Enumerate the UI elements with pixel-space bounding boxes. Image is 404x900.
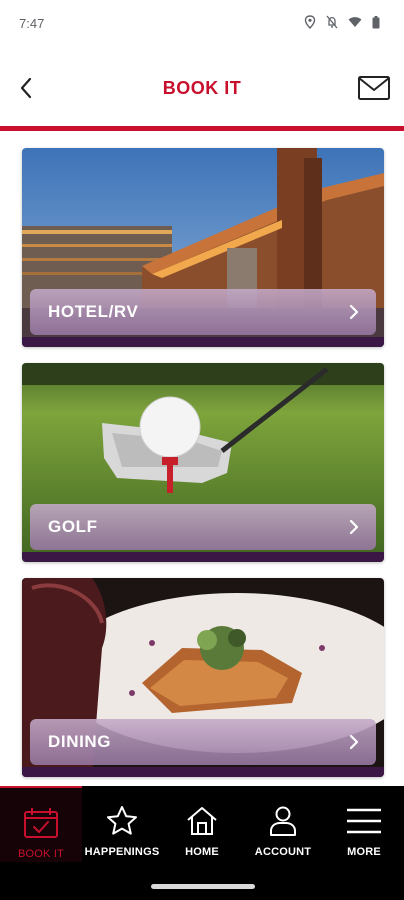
bottom-navigation: BOOK IT HAPPENINGS HOME ACCOUNT MORE bbox=[0, 786, 404, 900]
card-accent-strip bbox=[22, 767, 384, 777]
chevron-right-icon bbox=[349, 304, 359, 320]
status-icons bbox=[304, 15, 380, 29]
house-icon bbox=[187, 807, 217, 835]
card-label: DINING bbox=[48, 732, 112, 751]
card-label-bar: DINING bbox=[30, 719, 376, 765]
envelope-icon bbox=[358, 76, 390, 100]
home-indicator-handle[interactable] bbox=[151, 884, 255, 889]
header-divider bbox=[0, 126, 404, 131]
star-icon bbox=[107, 806, 137, 835]
nav-label: BOOK IT bbox=[17, 848, 65, 860]
nav-label: HOME bbox=[185, 846, 219, 858]
card-label: GOLF bbox=[48, 517, 98, 536]
card-label: HOTEL/RV bbox=[48, 302, 139, 321]
person-icon bbox=[270, 806, 296, 836]
chevron-right-icon bbox=[349, 734, 359, 750]
nav-item-book-it[interactable]: BOOK IT bbox=[0, 786, 82, 862]
status-time: 7:47 bbox=[19, 16, 45, 31]
hotel-rv-card[interactable]: HOTEL/RV bbox=[22, 148, 384, 347]
nav-item-happenings[interactable]: HAPPENINGS bbox=[82, 786, 162, 862]
nav-label: HAPPENINGS bbox=[84, 846, 160, 858]
card-accent-strip bbox=[22, 552, 384, 562]
location-icon bbox=[304, 15, 316, 29]
status-bar: 7:47 bbox=[0, 0, 404, 48]
no-notifications-icon bbox=[326, 15, 338, 29]
hamburger-menu-icon bbox=[347, 808, 381, 834]
nav-label: MORE bbox=[347, 846, 381, 858]
wifi-icon bbox=[348, 17, 362, 27]
battery-icon bbox=[372, 15, 380, 28]
mail-button[interactable] bbox=[357, 73, 391, 103]
nav-label: ACCOUNT bbox=[254, 846, 312, 858]
nav-item-account[interactable]: ACCOUNT bbox=[242, 786, 324, 862]
card-accent-strip bbox=[22, 337, 384, 347]
card-label-bar: GOLF bbox=[30, 504, 376, 550]
nav-item-home[interactable]: HOME bbox=[162, 786, 242, 862]
nav-item-more[interactable]: MORE bbox=[324, 786, 404, 862]
calendar-check-icon bbox=[24, 808, 58, 838]
dining-card[interactable]: DINING bbox=[22, 578, 384, 777]
app-header: BOOK IT bbox=[0, 48, 404, 128]
chevron-right-icon bbox=[349, 519, 359, 535]
card-label-bar: HOTEL/RV bbox=[30, 289, 376, 335]
golf-card[interactable]: GOLF bbox=[22, 363, 384, 562]
page-title: BOOK IT bbox=[162, 78, 242, 98]
